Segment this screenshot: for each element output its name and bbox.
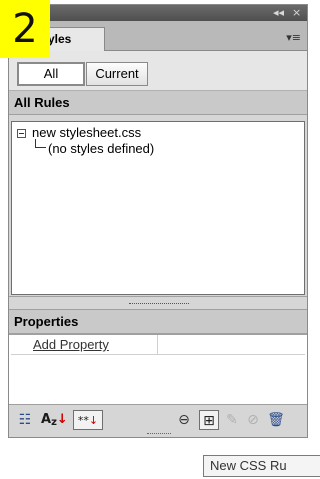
tree-connector [35, 139, 46, 148]
properties-header: Properties [9, 310, 307, 334]
add-property-link[interactable]: Add Property [11, 335, 158, 355]
panel-menu-icon[interactable]: ▾≡ [286, 31, 301, 44]
category-view-icon[interactable]: ☷ [15, 410, 35, 430]
disable-icon[interactable]: ⊘ [244, 410, 262, 430]
splitter-grip-icon[interactable] [129, 303, 189, 305]
panel-toolbar: ☷ Az↓ **↓ ⊖ ⊞ ✎ ⊘ 🗑 [9, 404, 307, 437]
property-row: Add Property [11, 335, 305, 355]
panel-titlebar: ◂◂ × [9, 5, 307, 21]
all-rules-header: All Rules [9, 91, 307, 115]
all-button[interactable]: All [17, 62, 85, 86]
resize-grip-icon[interactable] [147, 433, 171, 435]
delete-icon[interactable]: 🗑 [265, 410, 287, 430]
no-styles-note: (no styles defined) [48, 141, 155, 156]
stylesheet-item[interactable]: new stylesheet.css [32, 125, 141, 140]
properties-table: Add Property [9, 334, 307, 404]
mode-button-row: All Current [9, 51, 307, 91]
css-styles-panel: ◂◂ × tyles ▾≡ All Current All Rules new … [8, 4, 308, 438]
collapse-icon[interactable]: ◂◂ [273, 6, 284, 20]
step-number-badge: 2 [0, 0, 50, 58]
alpha-sort-icon[interactable]: Az↓ [41, 410, 68, 430]
edit-style-icon[interactable]: ✎ [223, 410, 241, 430]
new-css-rule-icon[interactable]: ⊞ [199, 410, 219, 430]
close-icon[interactable]: × [292, 6, 301, 20]
attach-stylesheet-icon[interactable]: ⊖ [173, 410, 195, 430]
panel-tab-row: tyles ▾≡ [9, 21, 307, 51]
new-css-rule-tooltip: New CSS Ru [203, 455, 320, 477]
all-rules-tree[interactable]: new stylesheet.css (no styles defined) [11, 121, 305, 295]
current-button[interactable]: Current [86, 62, 148, 86]
pane-splitter[interactable] [9, 296, 307, 310]
collapse-tree-icon[interactable] [17, 129, 26, 138]
set-properties-icon[interactable]: **↓ [73, 410, 103, 430]
